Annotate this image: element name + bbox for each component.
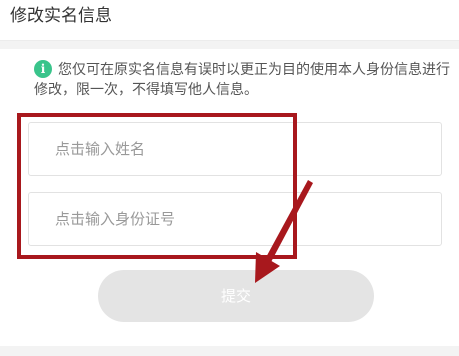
notice-text: 您仅可在原实名信息有误时以更正为目的使用本人身份信息进行修改，限一次，不得填写他… <box>34 62 450 98</box>
header: 修改实名信息 <box>0 0 459 41</box>
section-divider <box>0 41 459 49</box>
submit-button[interactable]: 提交 <box>98 270 374 322</box>
annotation-highlight-box <box>17 113 297 259</box>
bottom-divider <box>0 346 459 356</box>
page-title: 修改实名信息 <box>10 6 112 26</box>
